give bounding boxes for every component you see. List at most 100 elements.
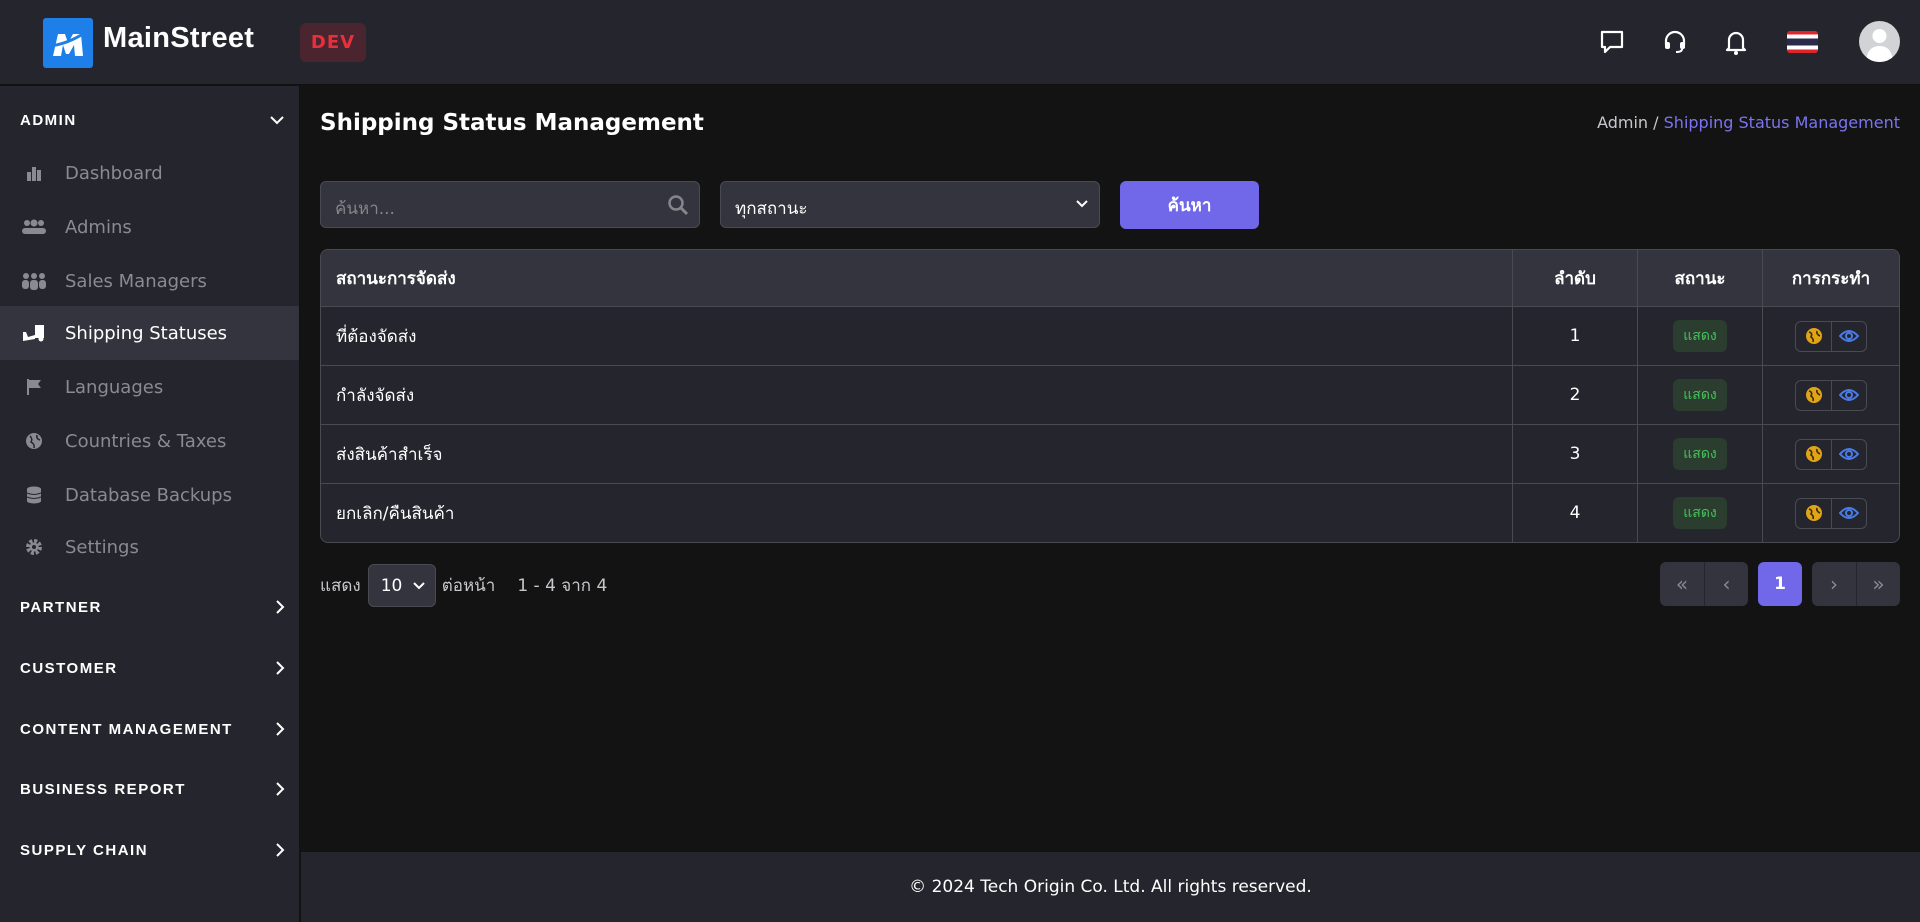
sidebar-item-label: Shipping Statuses — [65, 322, 228, 344]
eye-icon — [1839, 330, 1859, 342]
sidebar-section-content-management[interactable]: CONTENT MANAGEMENT — [20, 717, 285, 741]
flag-icon — [22, 378, 46, 396]
cell-name: ที่ต้องจัดส่ง — [336, 326, 417, 347]
view-button[interactable] — [1831, 498, 1866, 528]
per-page-control: แสดง 10 ต่อหน้า 1 - 4 จาก 4 — [320, 564, 607, 607]
breadcrumb-separator: / — [1648, 113, 1664, 132]
sidebar-item-dashboard[interactable]: Dashboard — [0, 146, 299, 200]
avatar[interactable] — [1859, 21, 1900, 62]
bell-icon[interactable] — [1720, 26, 1752, 58]
cell-name: กำลังจัดส่ง — [336, 385, 415, 406]
eye-icon — [1839, 448, 1859, 460]
sidebar-section-admin[interactable]: ADMIN — [20, 108, 285, 132]
pager-next-group: ›» — [1812, 562, 1900, 606]
search-placeholder: ค้นหา... — [335, 199, 395, 219]
last-page-button[interactable]: » — [1856, 562, 1900, 606]
view-button[interactable] — [1831, 380, 1866, 410]
status-badge: แสดง — [1673, 320, 1727, 352]
cell-name: ยกเลิก/คืนสินค้า — [336, 503, 455, 524]
users-icon — [22, 219, 46, 235]
section-label: CONTENT MANAGEMENT — [20, 720, 233, 738]
breadcrumb: Admin / Shipping Status Management — [1597, 113, 1900, 132]
per-page-value: 10 — [380, 575, 403, 596]
section-label: ADMIN — [20, 111, 77, 129]
sidebar-item-label: Languages — [65, 376, 164, 398]
sidebar-item-sales-managers[interactable]: Sales Managers — [0, 254, 299, 308]
cell-name: ส่งสินค้าสำเร็จ — [336, 444, 443, 465]
prev-page-button[interactable]: ‹ — [1704, 562, 1748, 606]
sidebar-item-countries-taxes[interactable]: Countries & Taxes — [0, 414, 299, 468]
cell-actions — [1762, 307, 1899, 365]
cell-actions — [1762, 366, 1899, 424]
view-button[interactable] — [1831, 321, 1866, 351]
view-button[interactable] — [1831, 439, 1866, 469]
sidebar-item-languages[interactable]: Languages — [0, 360, 299, 414]
headset-icon[interactable] — [1659, 26, 1691, 58]
column-header-status[interactable]: สถานะ — [1637, 250, 1762, 306]
sidebar-section-supply-chain[interactable]: SUPPLY CHAIN — [20, 838, 285, 862]
globe-icon — [22, 432, 46, 450]
sidebar-item-label: Admins — [65, 216, 132, 238]
column-header-order[interactable]: ลำดับ — [1512, 250, 1637, 306]
translate-button[interactable] — [1796, 322, 1831, 351]
sidebar: ADMIN Dashboard Admins Sales Managers Sh… — [0, 86, 300, 922]
chevron-right-icon — [276, 843, 285, 857]
sidebar-item-label: Settings — [65, 536, 139, 558]
globe-icon — [1805, 328, 1822, 344]
sidebar-item-admins[interactable]: Admins — [0, 200, 299, 254]
sidebar-section-partner[interactable]: PARTNER — [20, 595, 285, 619]
chevron-right-icon — [276, 600, 285, 614]
search-button[interactable]: ค้นหา — [1120, 181, 1259, 229]
eye-icon — [1839, 507, 1859, 519]
status-badge: แสดง — [1673, 438, 1727, 470]
page-button-current[interactable]: 1 — [1758, 562, 1802, 606]
chevron-right-icon — [276, 661, 285, 675]
range-text: 1 - 4 จาก 4 — [517, 576, 608, 596]
cell-status: แสดง — [1637, 366, 1762, 424]
page-title: Shipping Status Management — [320, 110, 704, 136]
table-row: กำลังจัดส่ง 2 แสดง — [321, 365, 1899, 424]
action-group — [1795, 379, 1867, 411]
cell-order: 3 — [1512, 425, 1637, 483]
cell-status: แสดง — [1637, 484, 1762, 542]
sidebar-item-shipping-statuses[interactable]: Shipping Statuses — [0, 306, 299, 360]
status-select[interactable]: ทุกสถานะ — [720, 181, 1100, 228]
logo[interactable] — [43, 18, 93, 68]
translate-button[interactable] — [1796, 440, 1831, 469]
column-header-name[interactable]: สถานะการจัดส่ง — [321, 250, 1512, 306]
translate-button[interactable] — [1796, 381, 1831, 410]
breadcrumb-root[interactable]: Admin — [1597, 113, 1648, 132]
thai-flag-icon[interactable] — [1787, 31, 1818, 53]
status-badge: แสดง — [1673, 497, 1727, 529]
per-page-select[interactable]: 10 — [367, 564, 436, 607]
env-badge: DEV — [300, 23, 366, 62]
cell-status: แสดง — [1637, 425, 1762, 483]
first-page-button[interactable]: « — [1660, 562, 1704, 606]
globe-icon — [1805, 387, 1822, 403]
section-label: CUSTOMER — [20, 659, 118, 677]
cell-order: 4 — [1512, 484, 1637, 542]
translate-button[interactable] — [1796, 499, 1831, 528]
table-row: ส่งสินค้าสำเร็จ 3 แสดง — [321, 424, 1899, 483]
breadcrumb-current: Shipping Status Management — [1663, 113, 1900, 132]
top-bar: MainStreet DEV — [0, 0, 1920, 85]
action-group — [1795, 320, 1867, 352]
chevron-right-icon — [276, 722, 285, 736]
sidebar-section-business-report[interactable]: BUSINESS REPORT — [20, 777, 285, 801]
brand-name: MainStreet — [103, 22, 255, 54]
people-group-icon — [22, 272, 46, 290]
search-input[interactable]: ค้นหา... — [320, 181, 700, 228]
sidebar-item-database-backups[interactable]: Database Backups — [0, 468, 299, 522]
table-header-row: สถานะการจัดส่ง ลำดับ สถานะ การกระทำ — [321, 250, 1899, 306]
database-icon — [22, 486, 46, 504]
sidebar-item-settings[interactable]: Settings — [0, 520, 299, 574]
eye-icon — [1839, 389, 1859, 401]
sidebar-item-label: Database Backups — [65, 484, 232, 506]
sidebar-section-customer[interactable]: CUSTOMER — [20, 656, 285, 680]
next-page-button[interactable]: › — [1812, 562, 1856, 606]
section-label: SUPPLY CHAIN — [20, 841, 149, 859]
search-icon — [668, 195, 689, 216]
chat-icon[interactable] — [1596, 26, 1628, 58]
globe-icon — [1805, 505, 1822, 521]
gear-icon — [22, 538, 46, 556]
